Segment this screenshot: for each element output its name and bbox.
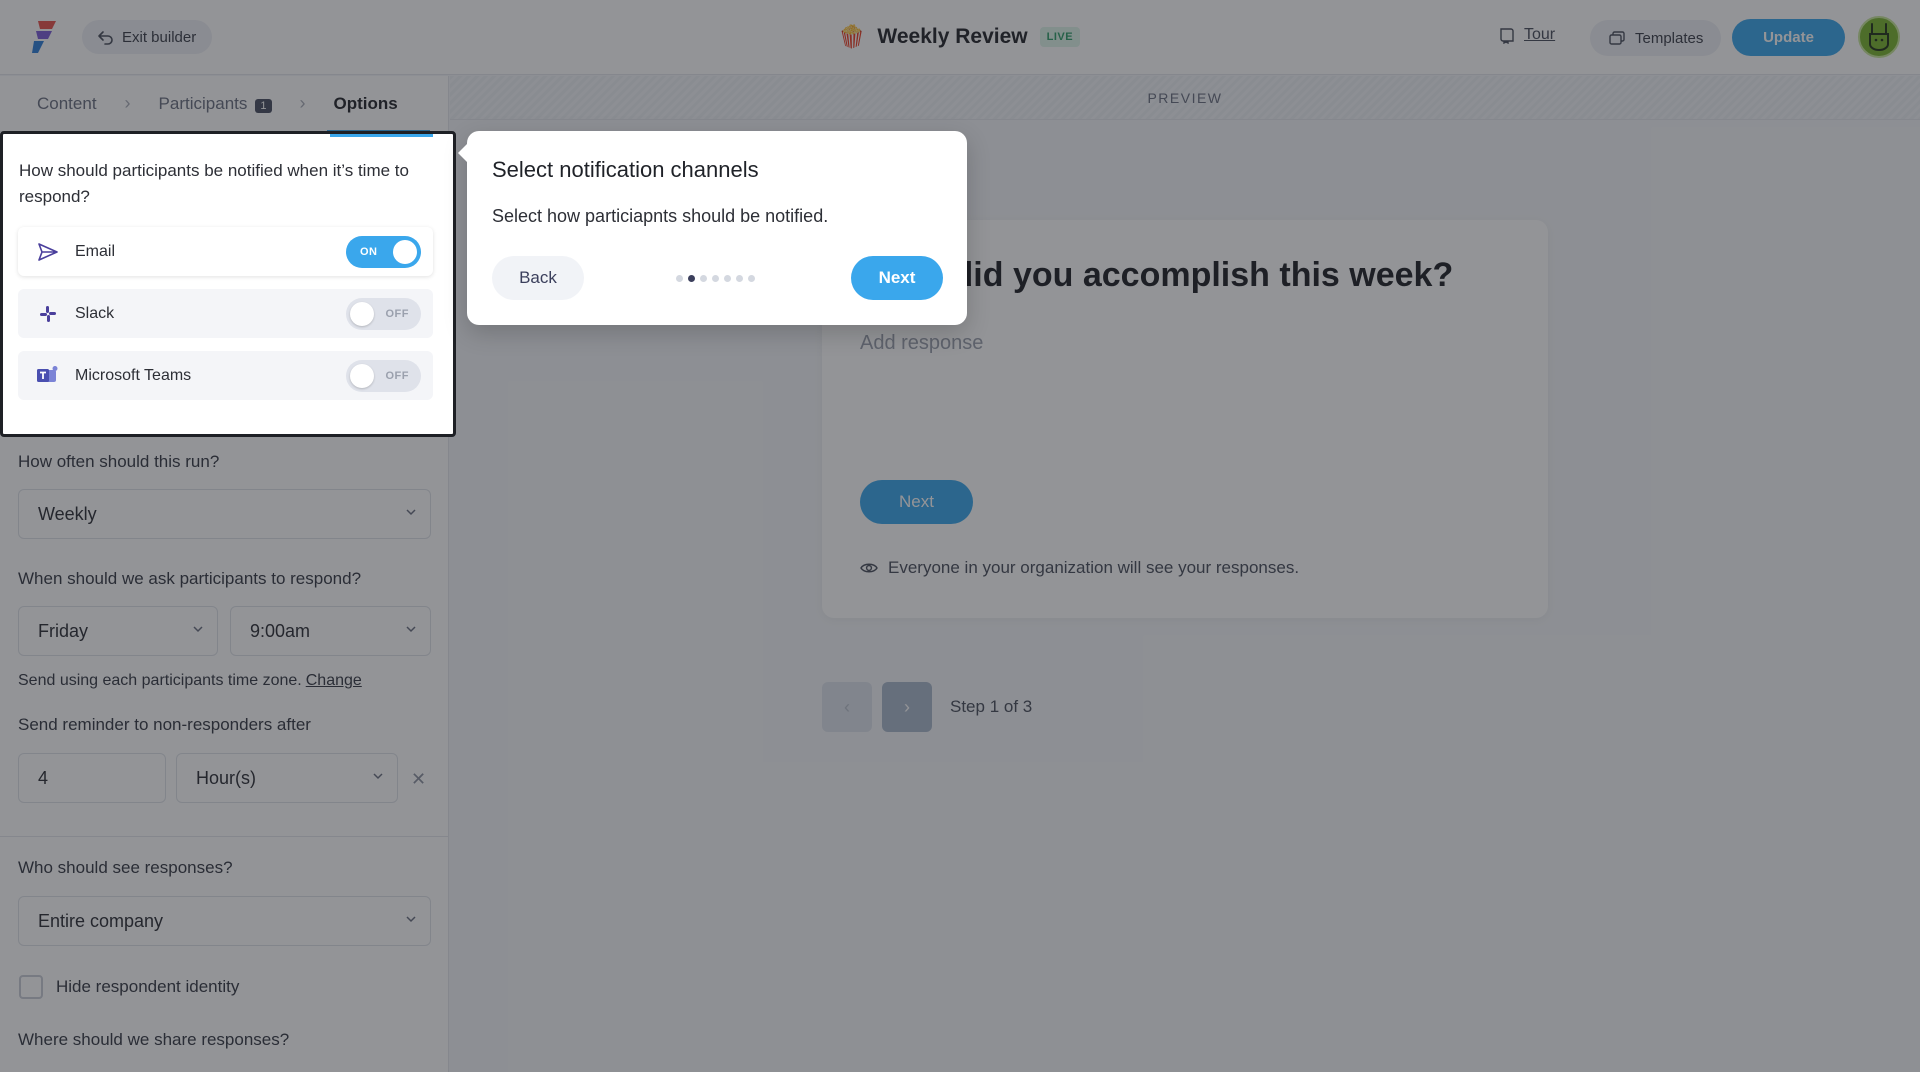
- popover-arrow: [458, 143, 468, 163]
- tour-popover: Select notification channels Select how …: [458, 131, 967, 325]
- email-toggle[interactable]: ON: [346, 236, 421, 268]
- tour-dot: [748, 275, 755, 282]
- toggle-knob: [350, 302, 374, 326]
- tour-dot: [724, 275, 731, 282]
- teams-toggle[interactable]: OFF: [346, 360, 421, 392]
- tour-back-button[interactable]: Back: [492, 256, 584, 300]
- teams-toggle-state: OFF: [385, 370, 409, 382]
- tour-next-button[interactable]: Next: [851, 256, 943, 300]
- channel-slack[interactable]: Slack OFF: [18, 289, 433, 338]
- popover-body: Select how particiapnts should be notifi…: [492, 206, 829, 226]
- channel-email-label: Email: [75, 242, 116, 260]
- channel-teams[interactable]: Microsoft Teams OFF: [18, 351, 433, 400]
- tour-dot: [700, 275, 707, 282]
- toggle-knob: [350, 364, 374, 388]
- notification-channels-card: How should participants be notified when…: [0, 131, 456, 437]
- popover-title: Select notification channels: [492, 157, 759, 182]
- slack-icon: [36, 302, 60, 326]
- notify-question: How should participants be notified when…: [19, 161, 409, 206]
- tour-dot: [712, 275, 719, 282]
- tour-dot-active: [688, 275, 695, 282]
- send-icon: [36, 240, 60, 264]
- slack-toggle-state: OFF: [385, 308, 409, 320]
- email-toggle-state: ON: [360, 246, 378, 258]
- active-step-indicator: [330, 134, 433, 137]
- tour-dot: [736, 275, 743, 282]
- channel-teams-label: Microsoft Teams: [75, 366, 192, 384]
- tour-dot: [676, 275, 683, 282]
- toggle-knob: [393, 240, 417, 264]
- slack-toggle[interactable]: OFF: [346, 298, 421, 330]
- tour-progress-dots: [676, 275, 755, 282]
- channel-email[interactable]: Email ON: [18, 227, 433, 276]
- channel-slack-label: Slack: [75, 304, 115, 322]
- teams-icon: [36, 364, 60, 388]
